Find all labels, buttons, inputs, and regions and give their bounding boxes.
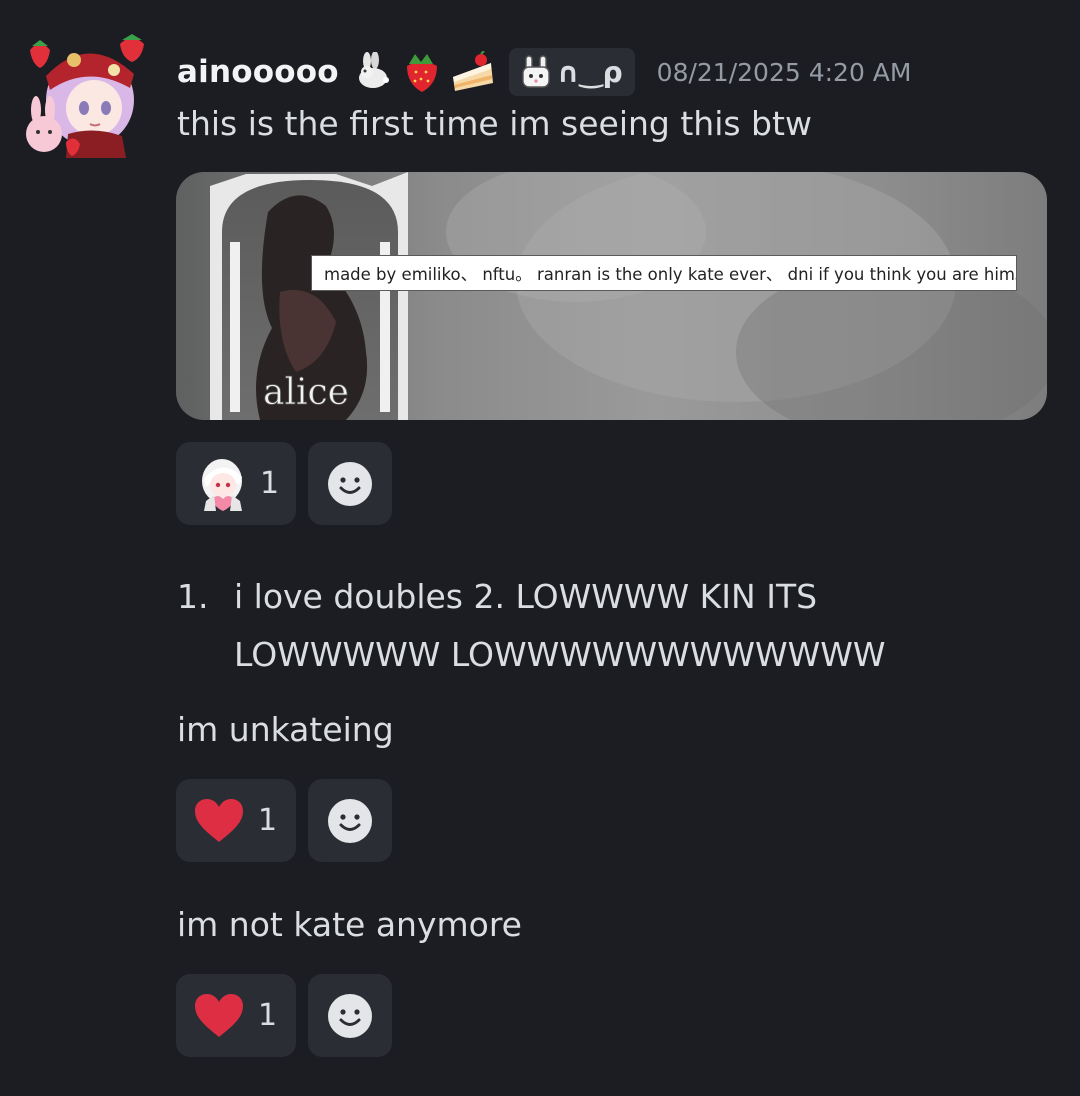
list-item-line-1: i love doubles 2. LOWWWW KIN ITS [234, 577, 818, 616]
message-timestamp: 08/21/2025 4:20 AM [656, 57, 912, 87]
strawberry-icon [406, 54, 437, 92]
message-text-2: im unkateing [177, 710, 394, 749]
server-tag[interactable]: ∩‿ρ [508, 48, 635, 96]
username[interactable]: ainooooo [177, 54, 339, 90]
add-reaction-button-3[interactable] [308, 974, 392, 1057]
reaction-button[interactable]: 1 [176, 442, 296, 525]
cake-icon [452, 51, 493, 91]
reaction-count-3: 1 [258, 998, 278, 1033]
embed-image: alice [210, 172, 1047, 420]
user-avatar[interactable] [22, 30, 152, 160]
smiley-add-reaction-icon [328, 993, 372, 1038]
bunny-badge-icon [522, 55, 550, 88]
name-decorations [353, 50, 495, 94]
reaction-count-2: 1 [258, 803, 278, 838]
smiley-add-reaction-icon [328, 798, 372, 843]
reaction-button-2[interactable]: 1 [176, 779, 296, 862]
list-marker: 1. [177, 577, 209, 616]
smiley-add-reaction-icon [328, 461, 372, 506]
reaction-button-3[interactable]: 1 [176, 974, 296, 1057]
embed-overlay-text: alice [263, 372, 349, 413]
server-tag-text: ∩‿ρ [556, 55, 623, 89]
reactions-row: 1 [176, 442, 392, 525]
reaction-count: 1 [260, 466, 280, 501]
rabbit-icon [358, 52, 389, 88]
embed-caption: made by emiliko、 nftu。 ranran is the onl… [311, 255, 1017, 291]
avatar-anime-girl-icon [26, 34, 144, 158]
anime-girl-heart-icon [202, 458, 242, 511]
heart-icon [195, 798, 243, 842]
reactions-row-3: 1 [176, 974, 392, 1057]
message-text: this is the first time im seeing this bt… [177, 104, 812, 143]
chat-view: ainooooo ∩‿ρ 08/21/2025 4:20 AM this is … [0, 0, 1080, 1096]
add-reaction-button-2[interactable] [308, 779, 392, 862]
list-item-line-2: LOWWWWW LOWWWWWWWWWWWW [234, 635, 886, 674]
image-embed[interactable]: alice [176, 172, 1047, 420]
heart-icon [195, 993, 243, 1037]
reactions-row-2: 1 [176, 779, 392, 862]
message-header: ainooooo ∩‿ρ 08/21/2025 4:20 AM [177, 44, 911, 100]
message-text-3: im not kate anymore [177, 905, 522, 944]
add-reaction-button[interactable] [308, 442, 392, 525]
